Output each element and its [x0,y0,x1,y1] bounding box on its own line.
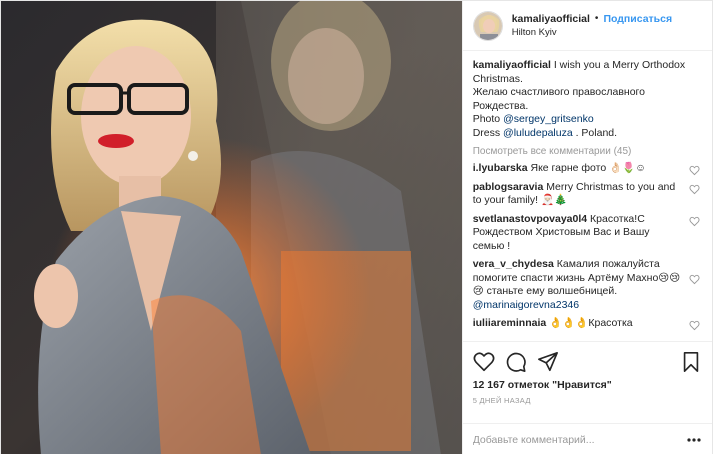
separator-dot: • [594,12,599,24]
comment-heart-icon[interactable] [689,165,700,176]
comment-item: pablogsaravia Merry Christmas to you and… [473,181,702,208]
comment-username[interactable]: svetlanastovpovaya0l4 [473,213,587,225]
comment-item: vera_v_chydesa Камалия пожалуйста помоги… [473,258,702,312]
caption-dress-mention[interactable]: @luludepaluza [503,127,573,139]
instagram-post: kamaliyaofficial • Подписаться Hilton Ky… [0,0,713,454]
bookmark-icon[interactable] [680,351,702,373]
follow-button[interactable]: Подписаться [603,12,672,26]
action-icons-row [473,350,702,374]
comment-text: Яке гарне фото 👌🏻🌷☺ [530,162,646,174]
comment-username[interactable]: i.lyubarska [473,162,528,174]
comment-username[interactable]: vera_v_chydesa [473,258,554,270]
post-header: kamaliyaofficial • Подписаться Hilton Ky… [462,1,712,51]
view-all-comments-link[interactable]: Посмотреть все комментарии (45) [473,146,702,157]
caption-username[interactable]: kamaliyaofficial [473,59,551,71]
comment-username[interactable]: pablogsaravia [473,181,544,193]
comment-icon[interactable] [505,351,527,373]
post-timestamp[interactable]: 5 дней назад [473,396,702,405]
header-row: kamaliyaofficial • Подписаться [512,12,672,26]
comment-username[interactable]: iuliiareminnaia [473,317,547,329]
caption-photo-mention[interactable]: @sergey_gritsenko [503,113,594,125]
comment-heart-icon[interactable] [689,184,700,195]
caption-line2: Желаю счастливого православного Рождеств… [472,86,645,112]
share-icon[interactable] [537,351,559,373]
post-photo[interactable] [1,1,462,454]
comment-heart-icon[interactable] [689,320,700,331]
heart-icon[interactable] [473,351,495,373]
more-dots-icon[interactable] [686,435,702,445]
comment-item: svetlanastovpovaya0l4 Красотка!С Рождест… [473,213,702,254]
comment-item: i.lyubarska Яке гарне фото 👌🏻🌷☺ [473,162,702,176]
comment-text: 👌👌👌Красотка [549,317,633,329]
comment-heart-icon[interactable] [689,216,700,227]
post-actions: 12 167 отметок "Нравится" 5 дней назад [462,341,712,423]
post-caption: kamaliyaofficial I wish you a Merry Orth… [473,59,702,140]
caption-dress-suffix: . Poland. [575,126,618,139]
post-side-panel: kamaliyaofficial • Подписаться Hilton Ky… [461,1,712,454]
caption-photo-prefix: Photo [472,113,501,125]
header-username[interactable]: kamaliyaofficial [512,12,590,26]
avatar[interactable] [472,10,503,41]
post-photo-image [1,1,462,454]
location-link[interactable]: Hilton Kyiv [512,26,672,40]
add-comment-input[interactable] [472,433,686,446]
comment-mention[interactable]: @marinaigorevna2346 [473,299,579,311]
add-comment-bar [462,423,712,454]
likes-count[interactable]: 12 167 отметок "Нравится" [473,379,702,391]
caption-dress-prefix: Dress [472,126,501,139]
header-text: kamaliyaofficial • Подписаться Hilton Ky… [512,12,672,40]
comment-heart-icon[interactable] [689,274,700,285]
comment-item: iuliiareminnaia 👌👌👌Красотка [473,317,702,331]
comments-section[interactable]: kamaliyaofficial I wish you a Merry Orth… [463,51,712,341]
